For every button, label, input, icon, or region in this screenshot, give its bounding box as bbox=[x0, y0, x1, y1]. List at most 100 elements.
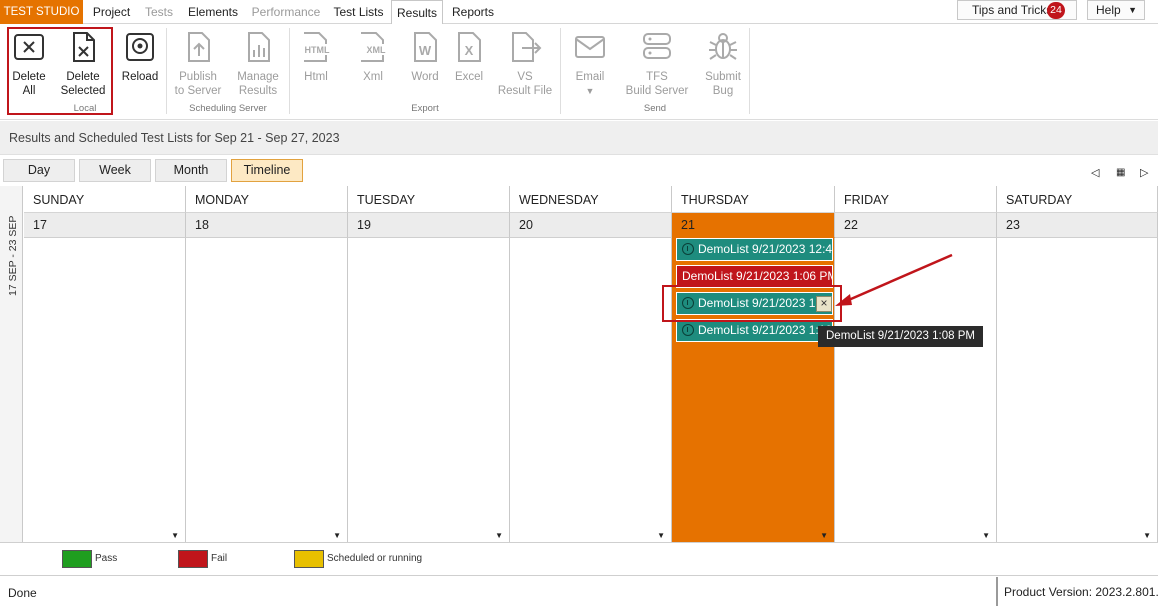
day-number-20[interactable]: 20 bbox=[510, 213, 672, 238]
submit-bug-button[interactable]: Submit Bug bbox=[700, 30, 746, 98]
view-day-button[interactable]: Day bbox=[3, 159, 75, 182]
export-html-button[interactable]: HTML Html bbox=[294, 30, 338, 84]
day-cell-saturday[interactable]: ▼ bbox=[997, 238, 1158, 542]
more-arrow-icon[interactable]: ▼ bbox=[982, 531, 990, 540]
appointment-text: DemoList 9/21/2023 1:10 PM bbox=[698, 323, 832, 337]
status-text: Done bbox=[8, 586, 37, 600]
email-button[interactable]: Email ▼ bbox=[567, 30, 613, 98]
day-header-wednesday: WEDNESDAY bbox=[510, 186, 672, 213]
view-week-button[interactable]: Week bbox=[79, 159, 151, 182]
tab-performance[interactable]: Performance bbox=[246, 0, 326, 24]
more-arrow-icon[interactable]: ▼ bbox=[495, 531, 503, 540]
day-cell-sunday[interactable]: ▼ bbox=[24, 238, 186, 542]
publish-label-1: Publish bbox=[179, 71, 217, 83]
manage-label-2: Results bbox=[238, 85, 278, 97]
export-vs-result-button[interactable]: VS Result File bbox=[496, 30, 554, 98]
day-number-23[interactable]: 23 bbox=[997, 213, 1158, 238]
word-file-icon: W bbox=[414, 32, 437, 62]
view-timeline-button[interactable]: Timeline bbox=[231, 159, 303, 182]
appointment-pass[interactable]: DemoList 9/21/2023 1:10 PM bbox=[676, 319, 833, 342]
publish-to-server-button[interactable]: Publish to Server bbox=[172, 30, 224, 98]
more-arrow-icon[interactable]: ▼ bbox=[1143, 531, 1151, 540]
xml-file-icon: XML bbox=[361, 32, 390, 62]
tfs-label-2: Build Server bbox=[625, 85, 689, 97]
day-number-19[interactable]: 19 bbox=[348, 213, 510, 238]
more-arrow-icon[interactable]: ▼ bbox=[171, 531, 179, 540]
reload-disk-icon bbox=[126, 33, 154, 61]
app-brand-tab[interactable]: TEST STUDIO bbox=[0, 0, 83, 24]
separator bbox=[289, 28, 290, 114]
vs-export-file-icon bbox=[512, 32, 542, 62]
results-title-bar: Results and Scheduled Test Lists for Sep… bbox=[0, 121, 1158, 155]
upload-file-icon bbox=[188, 32, 210, 62]
reload-button[interactable]: Reload bbox=[119, 30, 161, 84]
vs-label-2: Result File bbox=[497, 85, 553, 97]
day-number-18[interactable]: 18 bbox=[186, 213, 348, 238]
excel-label: Excel bbox=[454, 71, 484, 83]
svg-text:XML: XML bbox=[367, 45, 387, 55]
tips-and-tricks-button[interactable]: Tips and Tricks 24 bbox=[957, 0, 1077, 20]
export-xml-button[interactable]: XML Xml bbox=[351, 30, 395, 84]
week-range-text: 17 SEP - 23 SEP bbox=[7, 215, 19, 296]
more-arrow-icon[interactable]: ▼ bbox=[333, 531, 341, 540]
calendar-grid: 17 SEP - 23 SEP SUNDAY 17 ▼ MONDAY 18 ▼ … bbox=[0, 186, 1158, 542]
tab-test-lists[interactable]: Test Lists bbox=[328, 0, 389, 24]
day-cell-thursday[interactable]: DemoList 9/21/2023 12:46 DemoList 9/21/2… bbox=[672, 238, 835, 542]
group-label-export: Export bbox=[411, 103, 439, 114]
day-header-sunday: SUNDAY bbox=[24, 186, 186, 213]
appointment-pass[interactable]: DemoList 9/21/2023 12:46 bbox=[676, 238, 833, 261]
appointment-text: DemoList 9/21/2023 12:46 bbox=[698, 242, 833, 256]
week-range-label: 17 SEP - 23 SEP bbox=[0, 186, 23, 542]
view-month-button[interactable]: Month bbox=[155, 159, 227, 182]
day-number-17[interactable]: 17 bbox=[24, 213, 186, 238]
local-group-highlight bbox=[7, 27, 113, 115]
group-label-send: Send bbox=[643, 103, 667, 114]
export-excel-button[interactable]: X Excel bbox=[447, 30, 491, 84]
more-arrow-icon[interactable]: ▼ bbox=[657, 531, 665, 540]
tab-reports[interactable]: Reports bbox=[445, 0, 501, 24]
tfs-build-server-button[interactable]: TFS Build Server bbox=[624, 30, 690, 98]
help-menu-button[interactable]: Help ▼ bbox=[1087, 0, 1145, 20]
day-cell-tuesday[interactable]: ▼ bbox=[348, 238, 510, 542]
product-version: Product Version: 2023.2.801.1 bbox=[996, 577, 1158, 606]
tips-label: Tips and Tricks bbox=[972, 3, 1053, 17]
manage-results-button[interactable]: Manage Results bbox=[232, 30, 284, 98]
result-status-icon bbox=[682, 324, 694, 336]
more-arrow-icon[interactable]: ▼ bbox=[820, 531, 828, 540]
day-number-21[interactable]: 21 bbox=[672, 213, 835, 238]
day-header-monday: MONDAY bbox=[186, 186, 348, 213]
manage-label-1: Manage bbox=[237, 71, 279, 83]
page-title: Results and Scheduled Test Lists for Sep… bbox=[9, 131, 340, 145]
day-header-saturday: SATURDAY bbox=[997, 186, 1158, 213]
result-status-icon bbox=[682, 243, 694, 255]
pass-legend-label: Pass bbox=[95, 553, 118, 564]
fail-swatch bbox=[178, 550, 208, 568]
tab-elements[interactable]: Elements bbox=[181, 0, 245, 24]
today-grid-icon[interactable]: ▦ bbox=[1116, 167, 1125, 178]
previous-arrow-icon[interactable]: ◁ bbox=[1091, 166, 1099, 179]
selected-appointment-highlight bbox=[662, 285, 842, 322]
scheduled-legend-label: Scheduled or running bbox=[327, 553, 423, 564]
tab-results[interactable]: Results bbox=[391, 0, 443, 25]
tab-tests[interactable]: Tests bbox=[139, 0, 179, 24]
bug-icon bbox=[709, 33, 737, 60]
separator bbox=[749, 28, 750, 114]
day-cell-monday[interactable]: ▼ bbox=[186, 238, 348, 542]
vs-label-1: VS bbox=[517, 71, 533, 83]
next-arrow-icon[interactable]: ▷ bbox=[1140, 166, 1148, 179]
day-cell-wednesday[interactable]: ▼ bbox=[510, 238, 672, 542]
server-icon bbox=[643, 33, 671, 59]
top-tab-strip: TEST STUDIO Project Tests Elements Perfo… bbox=[0, 0, 1158, 25]
submit-label-2: Bug bbox=[712, 85, 734, 97]
tfs-label-1: TFS bbox=[646, 71, 668, 83]
chevron-down-icon: ▼ bbox=[1128, 5, 1137, 15]
tab-project[interactable]: Project bbox=[84, 0, 139, 24]
envelope-icon bbox=[575, 36, 605, 58]
fail-legend-label: Fail bbox=[211, 553, 228, 564]
view-switcher: Day Week Month Timeline ◁ ▦ ▷ bbox=[0, 155, 1158, 186]
svg-text:X: X bbox=[465, 43, 474, 58]
excel-file-icon: X bbox=[458, 32, 481, 62]
export-word-button[interactable]: W Word bbox=[403, 30, 447, 84]
day-number-22[interactable]: 22 bbox=[835, 213, 997, 238]
ribbon-toolbar: Delete All Delete Selected Local Reload … bbox=[0, 24, 1158, 120]
